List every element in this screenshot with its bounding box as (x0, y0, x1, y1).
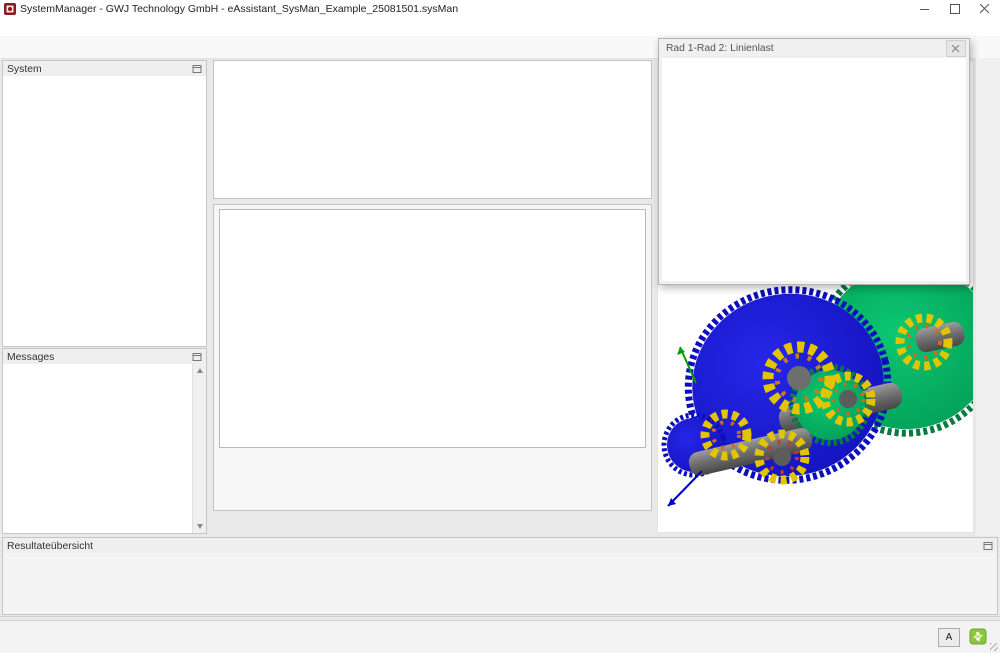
statusbar: A (0, 620, 1000, 653)
connection-status-icon (969, 628, 987, 645)
pin-icon[interactable] (192, 352, 202, 362)
messages-scrollbar[interactable] (192, 364, 206, 533)
chart-window-titlebar[interactable]: Rad 1-Rad 2: Linienlast (659, 39, 969, 58)
bottom-tabbar (213, 511, 652, 531)
results-panel: Resultateübersicht (2, 537, 998, 615)
titlebar: SystemManager - GWJ Technology GmbH - eA… (0, 0, 1000, 18)
app-icon (4, 3, 16, 15)
messages-panel-title: Messages (7, 351, 55, 363)
flank-modifications-panel (213, 204, 652, 511)
chart-window-title: Rad 1-Rad 2: Linienlast (666, 43, 774, 54)
messages-panel: Messages (2, 348, 207, 534)
pin-icon[interactable] (192, 64, 202, 74)
system-panel: System (2, 60, 207, 347)
system-tree (3, 76, 206, 80)
scroll-down-icon[interactable] (193, 520, 206, 533)
linienlast-chart-window[interactable]: Rad 1-Rad 2: Linienlast (658, 38, 970, 285)
close-button[interactable] (970, 0, 1000, 18)
gear-3d-model (661, 285, 973, 507)
view-toolbar (976, 58, 1000, 536)
flank-modifications-table (219, 209, 646, 448)
resize-grip[interactable] (990, 643, 998, 651)
linienlast-chart (662, 58, 966, 281)
scroll-up-icon[interactable] (193, 364, 206, 377)
minimize-button[interactable] (910, 0, 940, 18)
system-panel-title: System (7, 63, 42, 75)
gear-overview-table (213, 60, 652, 199)
chart-close-button[interactable] (946, 40, 966, 57)
maximize-button[interactable] (940, 0, 970, 18)
pin-icon[interactable] (983, 541, 993, 551)
results-panel-title: Resultateübersicht (7, 540, 94, 552)
menubar (0, 18, 1000, 36)
window-title: SystemManager - GWJ Technology GmbH - eA… (20, 3, 459, 15)
font-size-button[interactable]: A (938, 628, 960, 647)
